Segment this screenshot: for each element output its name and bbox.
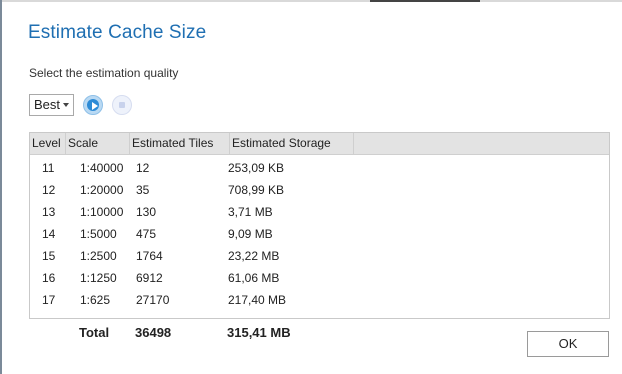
table-row[interactable]: 14 1:5000 475 9,09 MB — [30, 224, 609, 245]
level-cell: 12 — [42, 183, 56, 197]
table-header: Level Scale Estimated Tiles Estimated St… — [30, 133, 609, 155]
level-cell: 16 — [42, 271, 56, 285]
table-row[interactable]: 11 1:40000 12 253,09 KB — [30, 158, 609, 179]
tiles-cell: 475 — [136, 227, 157, 241]
total-label: Total — [79, 325, 110, 340]
tiles-cell: 6912 — [136, 271, 163, 285]
storage-cell: 23,22 MB — [228, 249, 280, 263]
ok-button[interactable]: OK — [527, 331, 609, 357]
scale-cell: 1:1250 — [80, 271, 117, 285]
stop-icon[interactable] — [112, 95, 132, 115]
level-cell: 14 — [42, 227, 56, 241]
level-cell: 15 — [42, 249, 56, 263]
tiles-cell: 12 — [136, 161, 150, 175]
storage-cell: 61,06 MB — [228, 271, 280, 285]
estimate-cache-size-dialog: Estimate Cache Size Select the estimatio… — [0, 0, 622, 374]
scale-cell: 1:10000 — [80, 205, 124, 219]
storage-cell: 708,99 KB — [228, 183, 285, 197]
column-header-estimated-tiles[interactable]: Estimated Tiles — [130, 133, 230, 154]
total-tiles: 36498 — [135, 325, 172, 340]
storage-cell: 253,09 KB — [228, 161, 285, 175]
tiles-cell: 130 — [136, 205, 157, 219]
tiles-cell: 1764 — [136, 249, 163, 263]
estimation-quality-label: Select the estimation quality — [29, 66, 179, 80]
table-row[interactable]: 15 1:2500 1764 23,22 MB — [30, 246, 609, 267]
column-header-level[interactable]: Level — [30, 133, 66, 154]
scale-cell: 1:40000 — [80, 161, 124, 175]
total-storage: 315,41 MB — [227, 325, 291, 340]
scale-cell: 1:625 — [80, 293, 111, 307]
scale-cell: 1:20000 — [80, 183, 124, 197]
scale-cell: 1:2500 — [80, 249, 117, 263]
total-row: Total 36498 315,41 MB — [29, 322, 449, 344]
dialog-title: Estimate Cache Size — [28, 22, 207, 43]
storage-cell: 217,40 MB — [228, 293, 287, 307]
window-left-border — [0, 0, 2, 374]
table-row[interactable]: 17 1:625 27170 217,40 MB — [30, 290, 609, 311]
column-header-estimated-storage[interactable]: Estimated Storage — [230, 133, 354, 154]
caret-down-icon — [63, 103, 69, 107]
quality-dropdown[interactable]: Best — [29, 94, 74, 116]
table-row[interactable]: 13 1:10000 130 3,71 MB — [30, 202, 609, 223]
tiles-cell: 35 — [136, 183, 150, 197]
level-cell: 11 — [42, 161, 55, 175]
storage-cell: 9,09 MB — [228, 227, 273, 241]
column-header-scale[interactable]: Scale — [66, 133, 130, 154]
tiles-cell: 27170 — [136, 293, 170, 307]
storage-cell: 3,71 MB — [228, 205, 273, 219]
table-row[interactable]: 16 1:1250 6912 61,06 MB — [30, 268, 609, 289]
play-icon[interactable] — [83, 95, 103, 115]
level-cell: 13 — [42, 205, 56, 219]
scale-cell: 1:5000 — [80, 227, 117, 241]
table-row[interactable]: 12 1:20000 35 708,99 KB — [30, 180, 609, 201]
cache-size-table: Level Scale Estimated Tiles Estimated St… — [29, 132, 610, 319]
window-top-border — [0, 0, 622, 6]
quality-dropdown-value: Best — [34, 97, 61, 112]
level-cell: 17 — [42, 293, 56, 307]
